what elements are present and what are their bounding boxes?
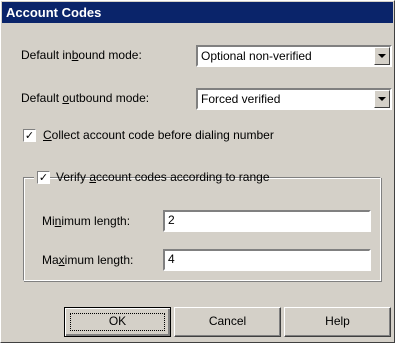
inbound-mode-value: Optional non-verified xyxy=(201,49,312,63)
outbound-mode-label-pre: Default xyxy=(21,91,63,105)
chevron-down-icon xyxy=(378,54,386,58)
collect-account-code-label-post: ollect account code before dialing numbe… xyxy=(51,128,274,142)
maximum-length-label-pre: Ma xyxy=(42,253,59,267)
inbound-mode-label: Default inbound mode: xyxy=(21,47,142,63)
inbound-mode-label-pre: Default in xyxy=(21,48,72,62)
help-button-label: Help xyxy=(325,314,350,328)
collect-account-code-checkbox[interactable]: ✓ xyxy=(23,129,36,142)
minimum-length-label: Minimum length: xyxy=(42,213,130,229)
minimum-length-input[interactable]: 2 xyxy=(163,210,371,232)
outbound-mode-value: Forced verified xyxy=(201,92,281,106)
verify-range-checkbox[interactable]: ✓ xyxy=(37,171,50,184)
chevron-down-icon xyxy=(378,97,386,101)
minimum-length-label-post: imum length: xyxy=(61,214,131,228)
inbound-mode-select[interactable]: Optional non-verified xyxy=(196,45,392,67)
account-codes-dialog: Account Codes Default inbound mode: Opti… xyxy=(0,0,395,343)
maximum-length-label: Maximum length: xyxy=(42,252,133,268)
focus-rect xyxy=(70,313,165,331)
verify-range-label-pre: Verify xyxy=(56,170,90,184)
minimum-length-label-pre: Mi xyxy=(42,214,55,228)
dialog-title: Account Codes xyxy=(2,2,393,23)
cancel-button[interactable]: Cancel xyxy=(174,307,281,337)
collect-account-code-label-key: C xyxy=(43,128,52,142)
verify-range-legend: ✓ Verify account codes according to rang… xyxy=(34,168,270,186)
inbound-mode-dropdown-button[interactable] xyxy=(374,47,390,65)
help-button[interactable]: Help xyxy=(284,307,391,337)
outbound-mode-label-post: utbound mode: xyxy=(69,91,150,105)
ok-button[interactable]: OK xyxy=(64,307,171,337)
verify-range-label[interactable]: Verify account codes according to range xyxy=(56,169,270,185)
maximum-length-input[interactable]: 4 xyxy=(163,249,371,271)
outbound-mode-dropdown-button[interactable] xyxy=(374,90,390,108)
maximum-length-label-post: imum length: xyxy=(64,253,134,267)
inbound-mode-label-post: ound mode: xyxy=(78,48,142,62)
verify-range-label-post: ccount codes according to range xyxy=(96,170,270,184)
outbound-mode-select[interactable]: Forced verified xyxy=(196,88,392,110)
outbound-mode-label: Default outbound mode: xyxy=(21,90,149,106)
collect-account-code-label[interactable]: Collect account code before dialing numb… xyxy=(43,127,274,143)
cancel-button-label: Cancel xyxy=(208,314,247,328)
